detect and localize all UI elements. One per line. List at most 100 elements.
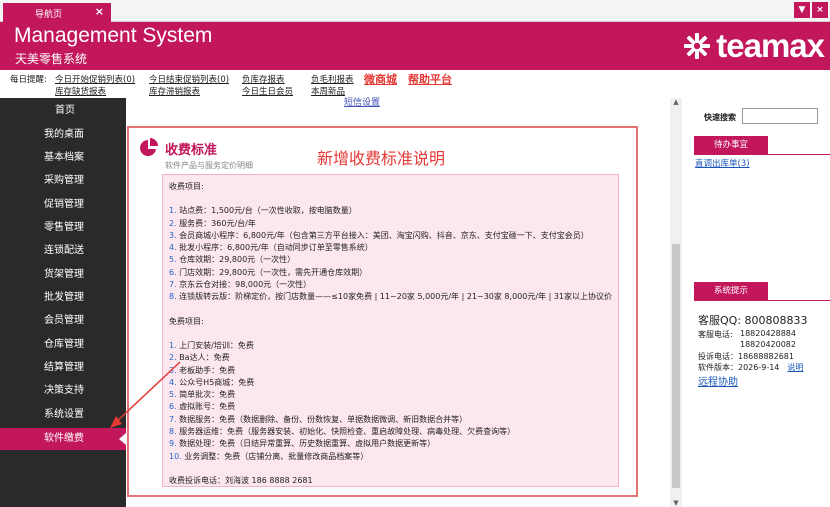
brand-logo: teamax — [682, 27, 825, 64]
paid-item-text: 门店效期：29,800元（一次性，需先开通仓库效期） — [176, 267, 368, 277]
main-content: 短信设置 收费标准 软件产品与服务定价明细 新增收费标准说明 收费项目: 1. … — [110, 95, 682, 507]
paid-item: 3. 会员商城小程序：6,800元/年（包含第三方平台接入：美团、淘宝闪购、抖音… — [169, 230, 612, 242]
sidebar-item-member[interactable]: 会员管理 — [0, 310, 126, 332]
right-panel: 快速搜索 待办事宜 直调出库单(3) 系统提示 客服QQ: 800808833 … — [682, 98, 830, 507]
paid-item-number: 2. — [169, 218, 177, 228]
pending-transfer-link[interactable]: 直调出库单(3) — [695, 157, 750, 169]
brand-text: teamax — [716, 27, 825, 64]
paid-items-list: 1. 站点费：1,500元/台（一次性收取，按电脑数量） 2. 服务费：360元/… — [169, 205, 612, 303]
app-subtitle: 天美零售系统 — [15, 52, 88, 66]
reminder-label: 每日提醒: — [10, 75, 47, 85]
close-icon[interactable]: × — [95, 5, 104, 18]
fee-subtitle: 软件产品与服务定价明细 — [165, 161, 253, 170]
paid-item-number: 4. — [169, 243, 177, 253]
paid-item: 6. 门店效期：29,800元（一次性，需先开通仓库效期） — [169, 267, 612, 279]
fee-annotation: 新增收费标准说明 — [317, 149, 446, 168]
pie-chart-icon — [140, 138, 158, 156]
link-negative-margin[interactable]: 负毛利报表 — [311, 73, 354, 85]
link-slow-moving[interactable]: 库存滞销报表 — [149, 85, 200, 97]
paid-item-number: 8. — [169, 292, 177, 302]
scroll-thumb[interactable] — [672, 244, 680, 488]
paid-item-number: 6. — [169, 267, 177, 277]
link-micro-mall[interactable]: 微商城 — [364, 71, 397, 87]
paid-item-number: 5. — [169, 255, 177, 265]
paid-item-text: 京东云仓对接：98,000元（一次性） — [176, 280, 312, 290]
manual-link[interactable]: 说明 — [787, 363, 803, 372]
link-negative-stock[interactable]: 负库存报表 — [242, 73, 285, 85]
paid-item-number: 7. — [169, 280, 177, 290]
link-today-start-promo[interactable]: 今日开始促销列表(0) — [55, 73, 135, 85]
free-item: 1. 上门安装/培训：免费 — [169, 340, 612, 352]
system-panel-header: 系统提示 — [694, 282, 830, 301]
main-scrollbar[interactable]: ▲ ▼ — [670, 98, 682, 507]
sidebar-item-promotion[interactable]: 促销管理 — [0, 194, 126, 216]
pending-tab[interactable]: 待办事宜 — [694, 136, 768, 154]
app-header: Management System 天美零售系统 teamax — [0, 22, 830, 70]
sms-settings-link[interactable]: 短信设置 — [344, 95, 380, 108]
system-tab[interactable]: 系统提示 — [694, 282, 768, 300]
sidebar-item-home[interactable]: 首页 — [0, 100, 126, 122]
software-version-row: 软件版本：2026-9-14 说明 — [698, 362, 803, 373]
free-header: 免费项目: — [169, 316, 204, 326]
paid-item-text: 服务费：360元/台/年 — [176, 218, 256, 228]
paid-item: 1. 站点费：1,500元/台（一次性收取，按电脑数量） — [169, 205, 612, 217]
free-item: 10. 业务调整：免费（店铺分离、批量修改商品档案等） — [169, 451, 612, 463]
software-version: 软件版本：2026-9-14 — [698, 363, 780, 372]
paid-item: 2. 服务费：360元/台/年 — [169, 218, 612, 230]
paid-item-text: 仓库效期：29,800元（一次性） — [176, 255, 296, 265]
free-items-list: 1. 上门安装/培训：免费 2. Ba达人：免费 3. 老板助手：免费 4. 公众号H… — [169, 340, 612, 463]
free-item: 7. 数据服务：免费（数据删除、备份、份数恢复、单据数据微调、新旧数据合并等） — [169, 414, 612, 426]
sidebar-item-retail[interactable]: 零售管理 — [0, 217, 126, 239]
sidebar-item-basic-files[interactable]: 基本档案 — [0, 147, 126, 169]
quick-search-label: 快速搜索 — [704, 113, 736, 122]
fee-standard-card: 收费标准 软件产品与服务定价明细 新增收费标准说明 收费项目: 1. 站点费：1… — [127, 126, 638, 497]
free-item: 5. 简单批次：免费 — [169, 389, 612, 401]
tab-bar: 导航页 × ▼ × — [0, 0, 830, 22]
paid-item-text: 批发小程序：6,800元/年（自动同步订单至零售系统） — [176, 243, 373, 253]
remote-assist-link[interactable]: 远程协助 — [698, 373, 738, 388]
free-item: 9. 数据处理：免费（日结异常重算、历史数据重算、虚拟用户数据更新等） — [169, 438, 612, 450]
sidebar-item-chain-delivery[interactable]: 连锁配送 — [0, 240, 126, 262]
paid-item: 4. 批发小程序：6,800元/年（自动同步订单至零售系统） — [169, 242, 612, 254]
scroll-down-icon[interactable]: ▼ — [670, 499, 682, 507]
free-item: 6. 虚拟账号：免费 — [169, 401, 612, 413]
paid-item: 5. 仓库效期：29,800元（一次性） — [169, 254, 612, 266]
free-item-text: 上门安装/培训：免费 — [176, 340, 254, 350]
complaint-phone-line: 收费投诉电话：刘海波 186 8888 2681 — [169, 475, 313, 485]
scroll-up-icon[interactable]: ▲ — [670, 98, 682, 106]
sidebar-item-purchase[interactable]: 采购管理 — [0, 170, 126, 192]
paid-item: 8. 连锁版转云版：阶梯定价，按门店数量——≤10家免费 | 11~20家 5,… — [169, 291, 612, 303]
annotation-arrow-icon — [110, 361, 181, 428]
paid-item-number: 1. — [169, 206, 177, 216]
link-out-of-stock[interactable]: 库存缺货报表 — [55, 85, 106, 97]
free-item-text: 数据处理：免费（日结异常重算、历史数据重算、虚拟用户数据更新等） — [176, 439, 436, 449]
paid-item: 7. 京东云仓对接：98,000元（一次性） — [169, 279, 612, 291]
daily-reminder-bar: 每日提醒: 今日开始促销列表(0) 今日结束促销列表(0) 负库存报表 负毛利报… — [0, 70, 830, 98]
free-item: 3. 老板助手：免费 — [169, 365, 612, 377]
free-item: 8. 服务器运维：免费（服务器安装、初始化、快照检查、重启故障处理、病毒处理、欠… — [169, 426, 612, 438]
sidebar-item-warehouse[interactable]: 仓库管理 — [0, 334, 126, 356]
paid-header: 收费项目: — [169, 182, 204, 191]
link-help-platform[interactable]: 帮助平台 — [408, 71, 452, 87]
paid-item-text: 站点费：1,500元/台（一次性收取，按电脑数量） — [176, 206, 357, 216]
app-title: Management System — [14, 24, 213, 47]
link-birthday-members[interactable]: 今日生日会员 — [242, 85, 293, 97]
paid-item-text: 会员商城小程序：6,800元/年（包含第三方平台接入：美团、淘宝闪购、抖音、京东… — [176, 230, 589, 240]
fee-details-box: 收费项目: 1. 站点费：1,500元/台（一次性收取，按电脑数量） 2. 服务费… — [162, 174, 619, 487]
sidebar-item-desktop[interactable]: 我的桌面 — [0, 124, 126, 146]
snowflake-logo-icon — [684, 33, 711, 59]
free-item-text: 公众号H5商城：免费 — [176, 377, 255, 387]
sidebar-item-wholesale[interactable]: 批发管理 — [0, 287, 126, 309]
pending-panel-header: 待办事宜 — [694, 136, 830, 155]
sidebar: 首页 我的桌面 基本档案 采购管理 促销管理 零售管理 连锁配送 货架管理 批发… — [0, 98, 126, 507]
paid-item-number: 3. — [169, 230, 177, 240]
free-item: 2. Ba达人：免费 — [169, 352, 612, 364]
link-new-products[interactable]: 本周新品 — [311, 85, 345, 97]
tab-navigation[interactable]: 导航页 × — [3, 3, 111, 22]
link-today-end-promo[interactable]: 今日结束促销列表(0) — [149, 73, 229, 85]
sidebar-item-shelf[interactable]: 货架管理 — [0, 264, 126, 286]
free-item-number: 10. — [169, 451, 182, 461]
quick-search-input[interactable] — [742, 108, 818, 124]
window-close-icon[interactable]: × — [812, 2, 828, 18]
dropdown-menu-icon[interactable]: ▼ — [794, 2, 810, 18]
